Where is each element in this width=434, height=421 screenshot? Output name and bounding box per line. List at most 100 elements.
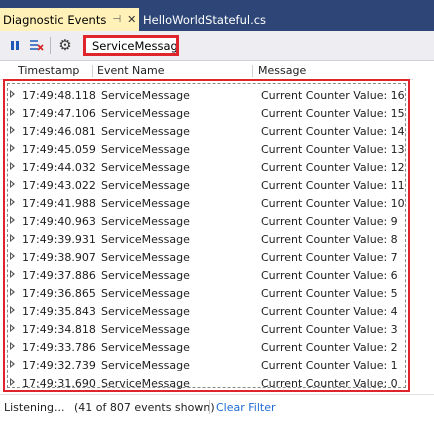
table-row[interactable]: 17:49:47.106 ServiceMessage Current Coun… bbox=[8, 104, 407, 122]
column-divider[interactable] bbox=[252, 65, 253, 77]
table-row[interactable]: 17:49:37.886 ServiceMessage Current Coun… bbox=[8, 266, 407, 284]
table-row[interactable]: 17:49:36.865 ServiceMessage Current Coun… bbox=[8, 284, 407, 302]
event-timestamp: 17:49:47.106 bbox=[22, 107, 96, 120]
expand-arrow-icon[interactable] bbox=[10, 378, 15, 386]
event-name: ServiceMessage bbox=[101, 251, 190, 264]
event-message: Current Counter Value: 6 bbox=[261, 269, 398, 282]
event-timestamp: 17:49:45.059 bbox=[22, 143, 96, 156]
event-message: Current Counter Value: 2 bbox=[261, 341, 398, 354]
event-timestamp: 17:49:39.931 bbox=[22, 233, 96, 246]
event-name: ServiceMessage bbox=[101, 179, 190, 192]
column-header-event-name[interactable]: Event Name bbox=[97, 64, 164, 77]
tab-helloworldstateful[interactable]: HelloWorldStateful.cs bbox=[140, 9, 266, 31]
expand-arrow-icon[interactable] bbox=[10, 360, 15, 368]
event-timestamp: 17:49:43.022 bbox=[22, 179, 96, 192]
expand-arrow-icon[interactable] bbox=[10, 216, 15, 224]
event-name: ServiceMessage bbox=[101, 125, 190, 138]
event-name: ServiceMessage bbox=[101, 143, 190, 156]
event-name: ServiceMessage bbox=[101, 161, 190, 174]
event-name: ServiceMessage bbox=[101, 359, 190, 372]
event-message: Current Counter Value: 5 bbox=[261, 287, 398, 300]
table-row[interactable]: 17:49:46.081 ServiceMessage Current Coun… bbox=[8, 122, 407, 140]
event-message: Current Counter Value: 3 bbox=[261, 323, 398, 336]
filter-input[interactable]: ServiceMessage bbox=[83, 35, 179, 56]
table-row[interactable]: 17:49:32.739 ServiceMessage Current Coun… bbox=[8, 356, 407, 374]
event-name: ServiceMessage bbox=[101, 197, 190, 210]
event-message: Current Counter Value: 8 bbox=[261, 233, 398, 246]
column-header-timestamp[interactable]: Timestamp bbox=[18, 64, 79, 77]
filter-value: ServiceMessage bbox=[92, 38, 179, 53]
events-shown-count: (41 of 807 events shown) bbox=[74, 401, 215, 414]
event-timestamp: 17:49:40.963 bbox=[22, 215, 96, 228]
event-timestamp: 17:49:31.690 bbox=[22, 377, 96, 390]
event-message: Current Counter Value: 12 bbox=[261, 161, 405, 174]
expand-arrow-icon[interactable] bbox=[10, 90, 15, 98]
expand-arrow-icon[interactable] bbox=[10, 252, 15, 260]
table-row[interactable]: 17:49:48.118 ServiceMessage Current Coun… bbox=[8, 86, 407, 104]
event-message: Current Counter Value: 13 bbox=[261, 143, 405, 156]
event-name: ServiceMessage bbox=[101, 89, 190, 102]
event-message: Current Counter Value: 16 bbox=[261, 89, 405, 102]
table-row[interactable]: 17:49:38.907 ServiceMessage Current Coun… bbox=[8, 248, 407, 266]
expand-arrow-icon[interactable] bbox=[10, 180, 15, 188]
expand-arrow-icon[interactable] bbox=[10, 126, 15, 134]
table-row[interactable]: 17:49:35.843 ServiceMessage Current Coun… bbox=[8, 302, 407, 320]
expand-arrow-icon[interactable] bbox=[10, 162, 15, 170]
event-timestamp: 17:49:33.786 bbox=[22, 341, 96, 354]
events-list-highlight: 17:49:48.118 ServiceMessage Current Coun… bbox=[3, 79, 410, 392]
expand-arrow-icon[interactable] bbox=[10, 288, 15, 296]
event-timestamp: 17:49:35.843 bbox=[22, 305, 96, 318]
document-tab-bar: Diagnostic Events ⊣ ✕ HelloWorldStateful… bbox=[0, 0, 434, 31]
expand-arrow-icon[interactable] bbox=[10, 108, 15, 116]
event-name: ServiceMessage bbox=[101, 305, 190, 318]
expand-arrow-icon[interactable] bbox=[10, 342, 15, 350]
event-name: ServiceMessage bbox=[101, 287, 190, 300]
table-row[interactable]: 17:49:41.988 ServiceMessage Current Coun… bbox=[8, 194, 407, 212]
expand-arrow-icon[interactable] bbox=[10, 324, 15, 332]
column-header: Timestamp Event Name Message bbox=[0, 61, 434, 80]
tab-diagnostic-events[interactable]: Diagnostic Events ⊣ ✕ bbox=[0, 8, 139, 31]
vertical-scrollbar[interactable] bbox=[413, 79, 434, 392]
events-list: 17:49:48.118 ServiceMessage Current Coun… bbox=[7, 83, 407, 390]
event-name: ServiceMessage bbox=[101, 377, 190, 390]
event-message: Current Counter Value: 11 bbox=[261, 179, 405, 192]
tab-label: Diagnostic Events bbox=[3, 12, 107, 27]
event-message: Current Counter Value: 7 bbox=[261, 251, 398, 264]
event-timestamp: 17:49:46.081 bbox=[22, 125, 96, 138]
listening-status: Listening... bbox=[4, 401, 65, 414]
event-timestamp: 17:49:37.886 bbox=[22, 269, 96, 282]
pause-icon[interactable] bbox=[6, 36, 24, 54]
event-message: Current Counter Value: 10 bbox=[261, 197, 405, 210]
event-timestamp: 17:49:44.032 bbox=[22, 161, 96, 174]
expand-arrow-icon[interactable] bbox=[10, 144, 15, 152]
expand-arrow-icon[interactable] bbox=[10, 270, 15, 278]
event-timestamp: 17:49:38.907 bbox=[22, 251, 96, 264]
table-row[interactable]: 17:49:40.963 ServiceMessage Current Coun… bbox=[8, 212, 407, 230]
status-divider bbox=[209, 400, 210, 414]
event-message: Current Counter Value: 4 bbox=[261, 305, 398, 318]
event-message: Current Counter Value: 14 bbox=[261, 125, 405, 138]
event-timestamp: 17:49:36.865 bbox=[22, 287, 96, 300]
table-row[interactable]: 17:49:45.059 ServiceMessage Current Coun… bbox=[8, 140, 407, 158]
table-row[interactable]: 17:49:44.032 ServiceMessage Current Coun… bbox=[8, 158, 407, 176]
event-name: ServiceMessage bbox=[101, 269, 190, 282]
event-message: Current Counter Value: 1 bbox=[261, 359, 398, 372]
table-row[interactable]: 17:49:31.690 ServiceMessage Current Coun… bbox=[8, 374, 407, 392]
column-divider[interactable] bbox=[92, 65, 93, 77]
event-name: ServiceMessage bbox=[101, 215, 190, 228]
event-name: ServiceMessage bbox=[101, 233, 190, 246]
event-name: ServiceMessage bbox=[101, 341, 190, 354]
clear-events-icon[interactable] bbox=[28, 36, 46, 54]
table-row[interactable]: 17:49:39.931 ServiceMessage Current Coun… bbox=[8, 230, 407, 248]
expand-arrow-icon[interactable] bbox=[10, 306, 15, 314]
close-icon[interactable]: ✕ bbox=[127, 13, 136, 26]
expand-arrow-icon[interactable] bbox=[10, 234, 15, 242]
table-row[interactable]: 17:49:43.022 ServiceMessage Current Coun… bbox=[8, 176, 407, 194]
pin-icon[interactable]: ⊣ bbox=[112, 14, 121, 25]
clear-filter-link[interactable]: Clear Filter bbox=[216, 401, 276, 414]
gear-icon[interactable]: ⚙ bbox=[56, 36, 74, 54]
column-header-message[interactable]: Message bbox=[258, 64, 306, 77]
table-row[interactable]: 17:49:33.786 ServiceMessage Current Coun… bbox=[8, 338, 407, 356]
table-row[interactable]: 17:49:34.818 ServiceMessage Current Coun… bbox=[8, 320, 407, 338]
expand-arrow-icon[interactable] bbox=[10, 198, 15, 206]
